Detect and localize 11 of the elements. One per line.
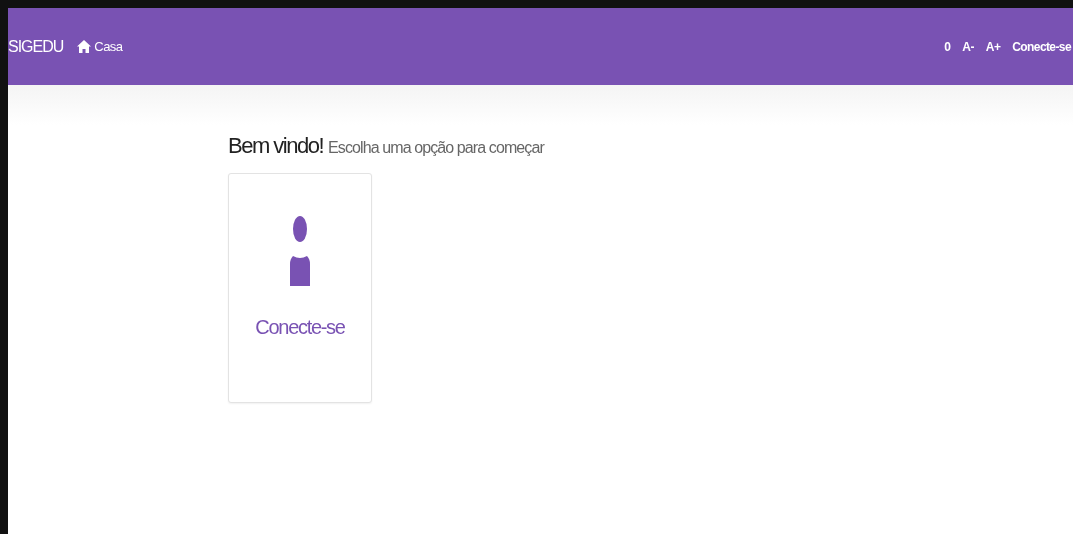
home-icon [77,40,92,53]
nav-link[interactable]: A- [962,39,974,54]
brand-link[interactable]: SIGEDU [8,37,64,56]
nav-link[interactable]: 0 [944,39,951,54]
nav-link[interactable]: A+ [985,39,1001,54]
nav-link[interactable]: Conecte-se [1012,39,1071,54]
home-link[interactable]: Casa [77,39,123,54]
welcome-subtitle: Escolha uma opção para começar [328,139,544,157]
user-icon [289,216,311,286]
option-card[interactable]: Conecte-se [228,173,372,403]
welcome-title: Bem vindo! [228,133,324,159]
